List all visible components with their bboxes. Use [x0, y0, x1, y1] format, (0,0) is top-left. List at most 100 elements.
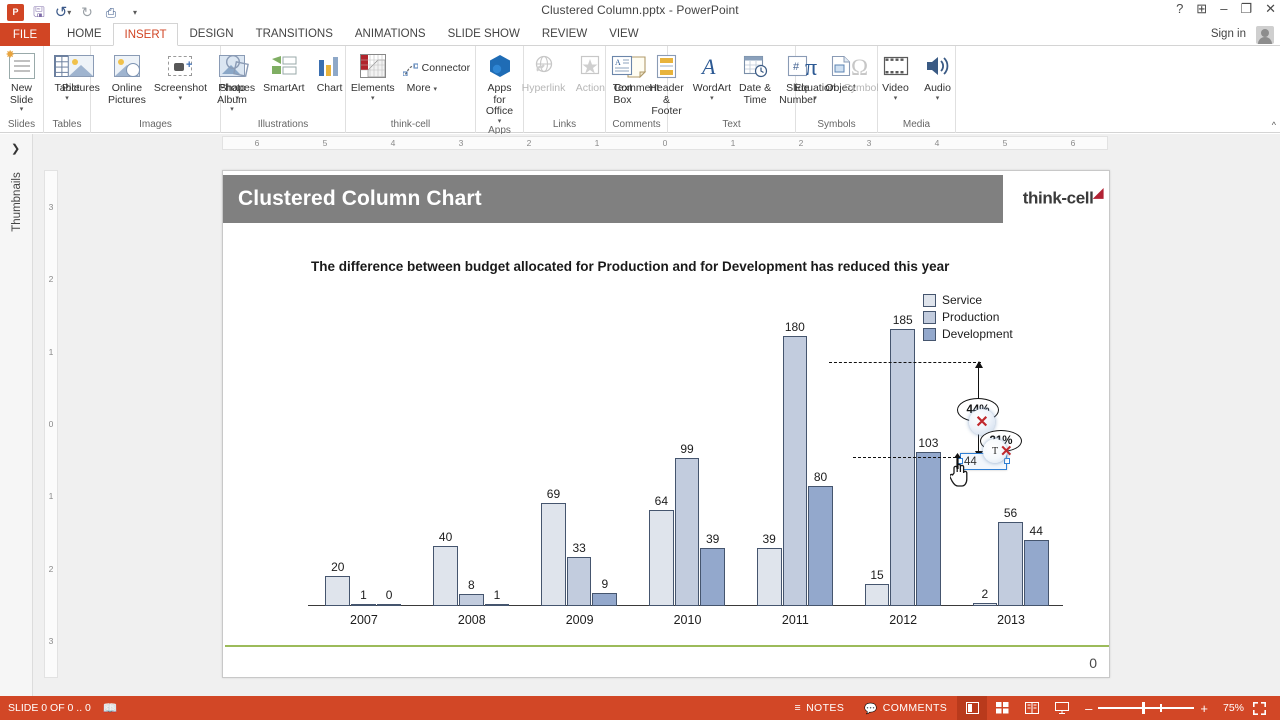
- bar-group-2009[interactable]: 69 33 9: [541, 487, 618, 606]
- minimize-button[interactable]: –: [1220, 2, 1227, 15]
- zoom-track[interactable]: [1098, 702, 1195, 715]
- bar-group-2011[interactable]: 39 180 80: [756, 320, 834, 606]
- bar-development-2007[interactable]: 0: [376, 588, 402, 606]
- ribbon-button-date-time[interactable]: Date & Time: [734, 49, 776, 106]
- ribbon-button-audio[interactable]: Audio ▾: [917, 49, 959, 102]
- bar-value-label[interactable]: 2: [982, 587, 989, 601]
- slide-title-placeholder[interactable]: Clustered Column Chart: [223, 175, 1003, 223]
- collapse-ribbon-icon[interactable]: ^: [1272, 120, 1276, 130]
- normal-view-button[interactable]: [957, 696, 988, 720]
- tab-insert[interactable]: INSERT: [112, 23, 179, 46]
- bar-service-2013[interactable]: 2: [972, 587, 998, 606]
- category-label-2007[interactable]: 2007: [350, 613, 378, 627]
- clustered-column-chart[interactable]: The difference between budget allocated …: [223, 231, 1111, 651]
- restore-button[interactable]: ❐: [1240, 2, 1252, 15]
- bar-value-label[interactable]: 0: [386, 588, 393, 602]
- bar-value-label[interactable]: 9: [601, 577, 608, 591]
- bar-value-label[interactable]: 39: [706, 532, 719, 546]
- ribbon-button-shapes[interactable]: Shapes ▾: [215, 49, 259, 102]
- bar-production-2012[interactable]: 185: [890, 313, 916, 606]
- chevron-down-icon[interactable]: ▾: [20, 106, 24, 113]
- bar-production-2013[interactable]: 56: [998, 506, 1023, 606]
- tab-animations[interactable]: ANIMATIONS: [344, 23, 437, 46]
- ribbon-button-more[interactable]: More ▾: [399, 79, 474, 99]
- chevron-down-icon[interactable]: ▾: [371, 95, 375, 102]
- chevron-down-icon[interactable]: ▾: [710, 95, 714, 102]
- bar-value-label[interactable]: 180: [785, 320, 805, 334]
- bar-value-label[interactable]: 33: [572, 541, 585, 555]
- notes-button[interactable]: ≡ NOTES: [785, 696, 855, 720]
- bar-service-2008[interactable]: 40: [433, 530, 458, 606]
- bar-development-2013[interactable]: 44: [1023, 524, 1049, 606]
- thumbnail-pane[interactable]: ❯ Thumbnails: [0, 134, 33, 696]
- tab-home[interactable]: HOME: [56, 23, 113, 46]
- bar-value-label[interactable]: 1: [360, 588, 367, 602]
- bar-development-2008[interactable]: 1: [484, 588, 510, 606]
- bar-value-label[interactable]: 80: [814, 470, 827, 484]
- ribbon-button-screenshot[interactable]: Screenshot▾: [150, 49, 211, 102]
- bar-value-label[interactable]: 56: [1004, 506, 1017, 520]
- category-label-2011[interactable]: 2011: [782, 613, 809, 627]
- bar-production-2011[interactable]: 180: [782, 320, 808, 606]
- tab-file[interactable]: FILE: [0, 23, 50, 46]
- proofing-icon[interactable]: 📖: [103, 701, 118, 715]
- help-icon[interactable]: ?: [1176, 2, 1183, 15]
- ribbon-display-options-icon[interactable]: ⊞: [1196, 2, 1207, 15]
- zoom-thumb[interactable]: [1142, 702, 1146, 715]
- bar-production-2010[interactable]: 99: [674, 442, 700, 606]
- bar-value-label[interactable]: 20: [331, 560, 344, 574]
- ribbon-button-equation[interactable]: π Equation ▾: [790, 49, 839, 102]
- fit-to-window-button[interactable]: [1244, 696, 1274, 720]
- ribbon-button-apps-for-office[interactable]: Apps for Office ▾: [476, 49, 523, 125]
- legend-item-service[interactable]: Service: [923, 293, 1013, 307]
- tab-design[interactable]: DESIGN: [178, 23, 244, 46]
- chevron-down-icon[interactable]: ▾: [236, 95, 240, 102]
- bar-value-label[interactable]: 15: [870, 568, 883, 582]
- bar-value-label[interactable]: 185: [893, 313, 913, 327]
- tab-slide-show[interactable]: SLIDE SHOW: [437, 23, 531, 46]
- sign-in-link[interactable]: Sign in: [1211, 23, 1246, 46]
- slide-sorter-view-button[interactable]: [987, 696, 1017, 720]
- slide-count-label[interactable]: SLIDE 0 OF 0 .. 0: [8, 702, 91, 714]
- bar-value-label[interactable]: 44: [1030, 524, 1043, 538]
- category-label-2012[interactable]: 2012: [889, 613, 917, 627]
- bar-value-label[interactable]: 64: [655, 494, 668, 508]
- vertical-ruler[interactable]: 3 2 1 0 1 2 3: [44, 170, 58, 678]
- ribbon-button-new-slide[interactable]: NewSlide▾: [1, 48, 43, 113]
- zoom-in-button[interactable]: +: [1200, 702, 1208, 715]
- close-button[interactable]: ✕: [1265, 2, 1276, 15]
- horizontal-ruler[interactable]: 6 5 4 3 2 1 0 1 2 3 4 5 6: [222, 136, 1108, 150]
- expand-thumbnails-icon[interactable]: ❯: [11, 142, 20, 155]
- bar-value-label[interactable]: 99: [680, 442, 693, 456]
- bar-group-2007[interactable]: 20 1 0: [325, 560, 402, 606]
- bar-group-2012[interactable]: 15 185 103: [864, 313, 942, 606]
- ribbon-button-wordart[interactable]: A WordArt ▾: [690, 49, 734, 102]
- move-handle-arrow-icon[interactable]: [953, 453, 962, 469]
- bar-service-2011[interactable]: 39: [756, 532, 782, 606]
- bar-value-label[interactable]: 69: [547, 487, 560, 501]
- ribbon-button-connector[interactable]: Connector: [399, 59, 474, 79]
- ribbon-button-smartart[interactable]: SmartArt: [259, 49, 308, 95]
- bar-development-2010[interactable]: 39: [700, 532, 726, 606]
- ribbon-button-elements[interactable]: Elements ▾: [347, 49, 399, 102]
- reading-view-button[interactable]: [1017, 696, 1047, 720]
- tab-transitions[interactable]: TRANSITIONS: [245, 23, 344, 46]
- chevron-down-icon[interactable]: ▾: [936, 95, 940, 102]
- category-label-2010[interactable]: 2010: [674, 613, 702, 627]
- bar-group-2010[interactable]: 64 99 39: [649, 442, 726, 606]
- bar-development-2012[interactable]: 103: [916, 436, 941, 606]
- bar-production-2007[interactable]: 1: [351, 588, 376, 606]
- chart-plot-area[interactable]: 20 1 0 40 8 1 69 33 9 64 99 39 39 180 80 15 185 103 2 56 44: [308, 306, 1063, 606]
- bar-production-2008[interactable]: 8: [458, 578, 484, 606]
- category-label-2009[interactable]: 2009: [566, 613, 594, 627]
- bar-group-2013[interactable]: 2 56 44: [972, 506, 1050, 606]
- ribbon-button-video[interactable]: Video ▾: [875, 49, 917, 102]
- ribbon-button-pictures[interactable]: Pictures: [58, 49, 104, 95]
- tab-review[interactable]: REVIEW: [531, 23, 598, 46]
- chevron-down-icon[interactable]: ▾: [498, 118, 502, 125]
- bar-service-2010[interactable]: 64: [649, 494, 674, 606]
- slide-show-view-button[interactable]: [1047, 696, 1077, 720]
- bar-production-2009[interactable]: 33: [566, 541, 592, 606]
- bar-value-label[interactable]: 39: [762, 532, 775, 546]
- chevron-down-icon[interactable]: ▾: [813, 95, 817, 102]
